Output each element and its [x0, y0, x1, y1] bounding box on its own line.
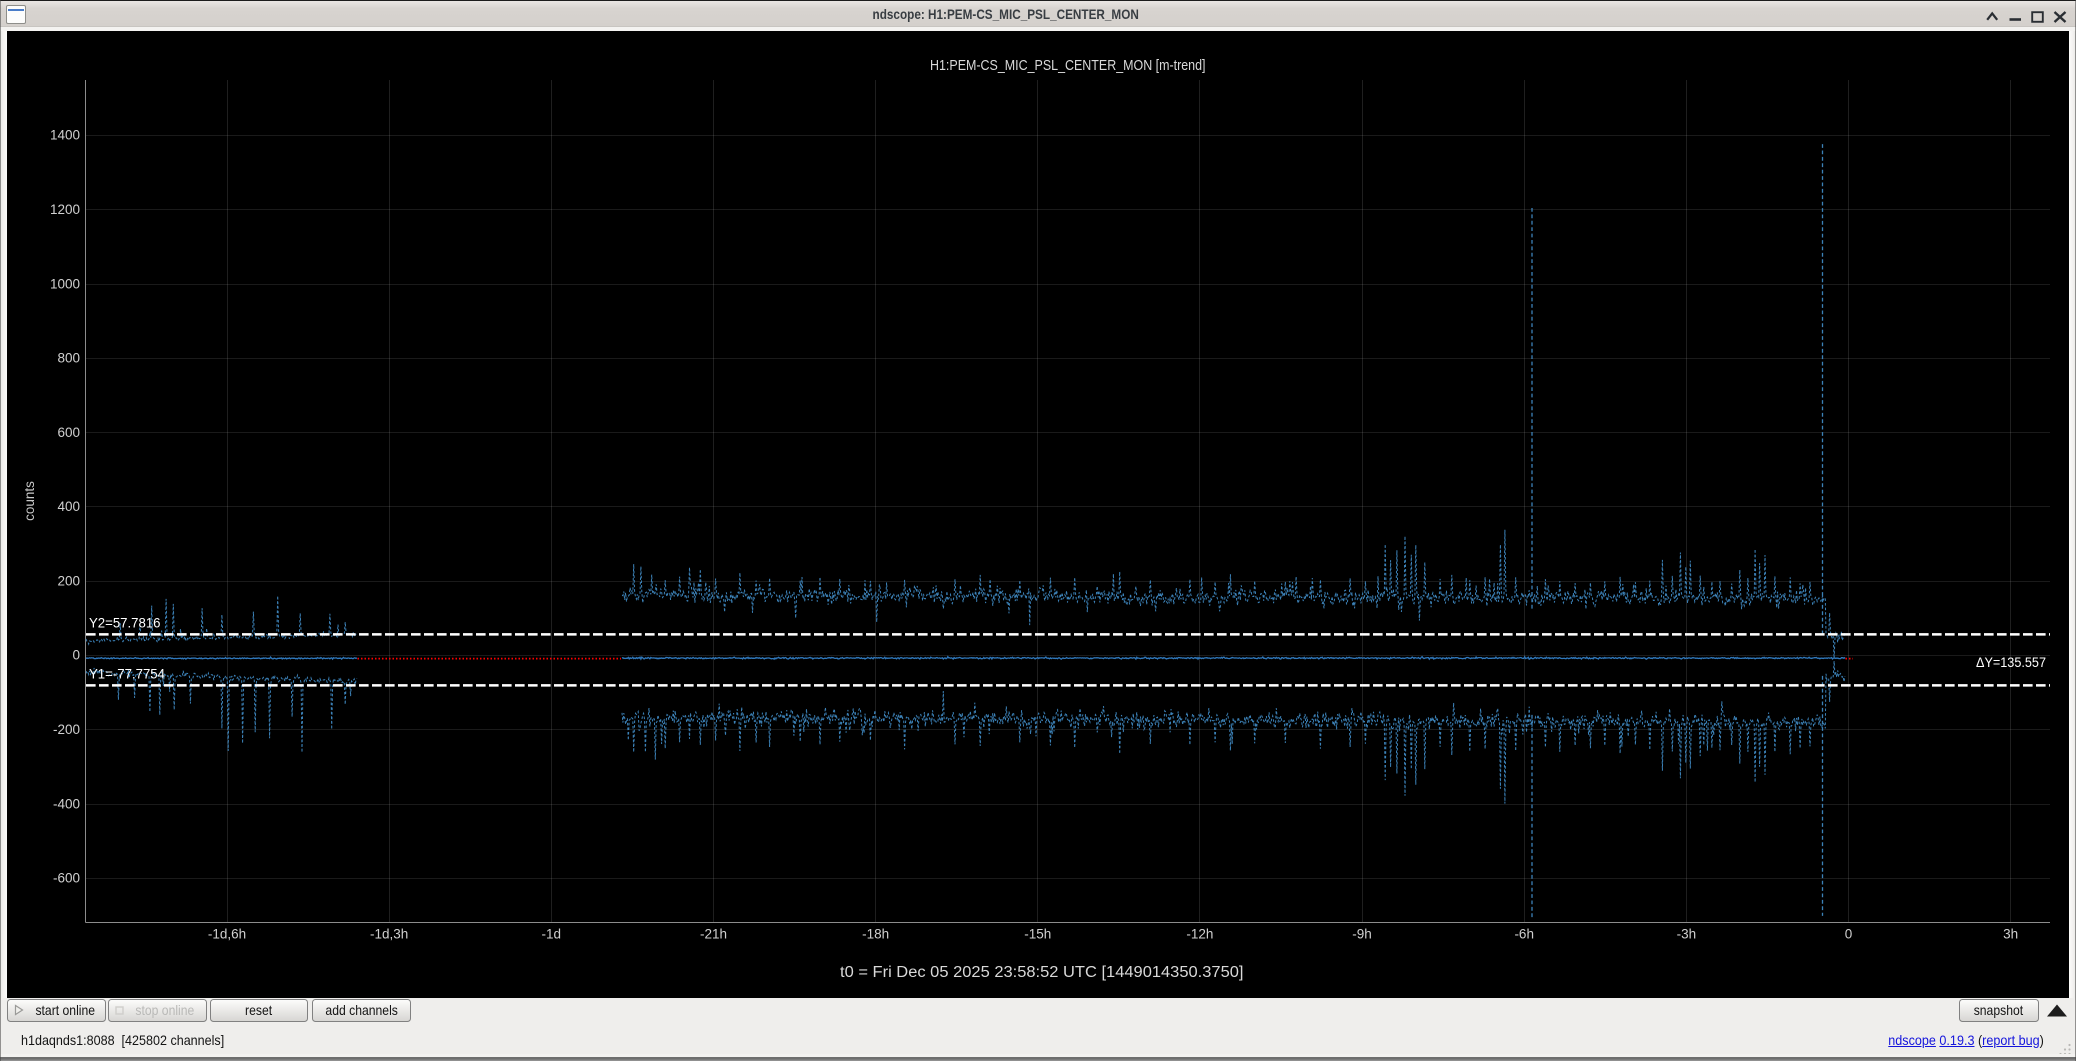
svg-text:Y1=-77.7754: Y1=-77.7754: [89, 667, 165, 682]
svg-text:-15h: -15h: [1024, 927, 1051, 942]
svg-text:counts: counts: [22, 481, 37, 521]
svg-text:-1d,6h: -1d,6h: [208, 927, 246, 942]
svg-text:1400: 1400: [50, 128, 80, 143]
svg-text:1000: 1000: [50, 276, 80, 291]
svg-text:-200: -200: [53, 722, 80, 737]
svg-text:Y2=57.7816: Y2=57.7816: [89, 616, 161, 631]
svg-text:800: 800: [57, 351, 80, 366]
svg-text:-9h: -9h: [1352, 927, 1372, 942]
svg-text:400: 400: [57, 499, 80, 514]
svg-text:-18h: -18h: [862, 927, 889, 942]
svg-text:1200: 1200: [50, 202, 80, 217]
svg-text:-3h: -3h: [1677, 927, 1697, 942]
svg-text:-21h: -21h: [700, 927, 727, 942]
svg-text:-600: -600: [53, 871, 80, 886]
svg-text:-1d,3h: -1d,3h: [370, 927, 408, 942]
svg-text:0: 0: [72, 648, 80, 663]
svg-text:-1d: -1d: [542, 927, 562, 942]
svg-text:-12h: -12h: [1186, 927, 1213, 942]
svg-text:ΔY=135.557: ΔY=135.557: [1976, 655, 2046, 670]
svg-text:200: 200: [57, 573, 80, 588]
svg-text:-400: -400: [53, 796, 80, 811]
svg-text:600: 600: [57, 425, 80, 440]
svg-text:H1:PEM-CS_MIC_PSL_CENTER_MON [: H1:PEM-CS_MIC_PSL_CENTER_MON [m-trend]: [930, 58, 1206, 74]
svg-text:t0 = Fri Dec 05 2025 23:58:52: t0 = Fri Dec 05 2025 23:58:52 UTC [14490…: [840, 964, 1244, 981]
svg-text:0: 0: [1845, 927, 1853, 942]
svg-text:3h: 3h: [2003, 927, 2018, 942]
svg-text:-6h: -6h: [1514, 927, 1534, 942]
